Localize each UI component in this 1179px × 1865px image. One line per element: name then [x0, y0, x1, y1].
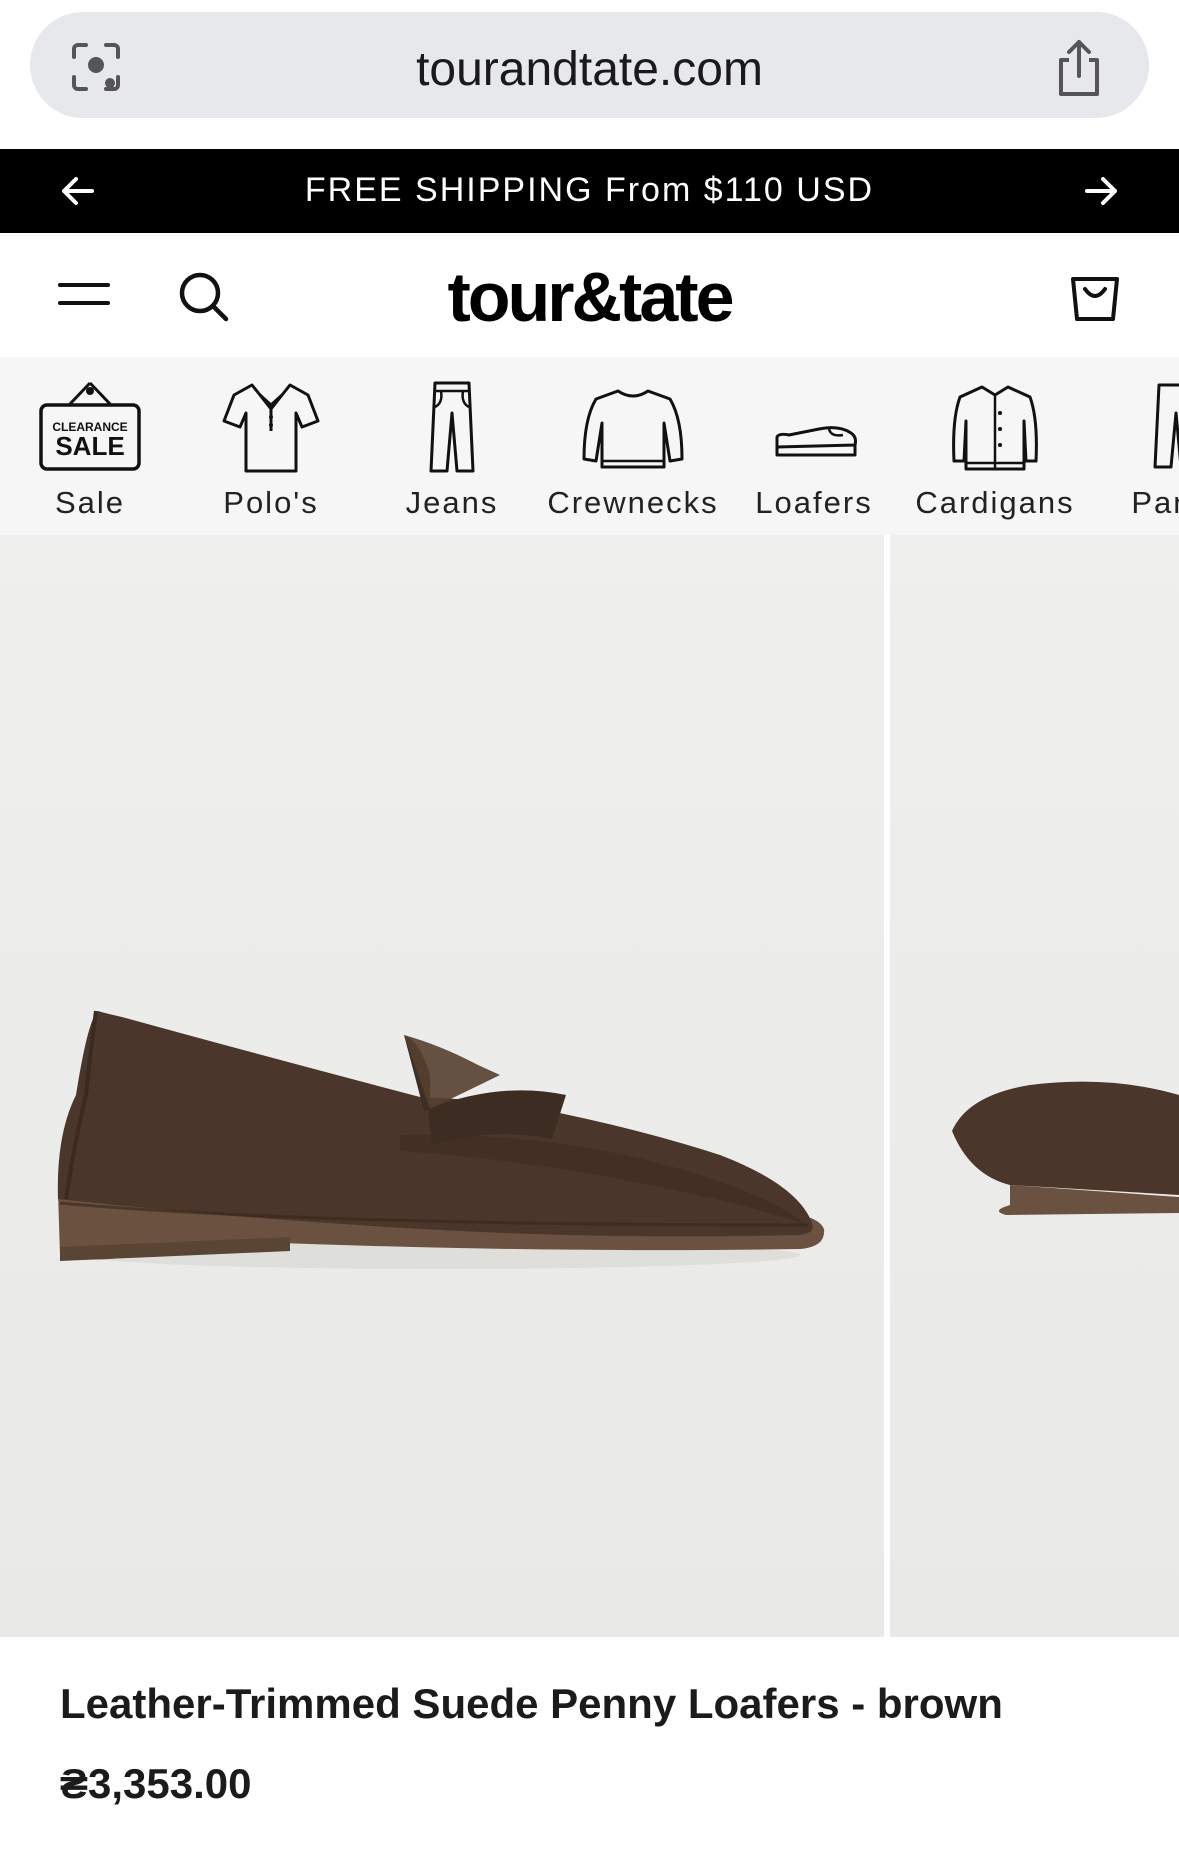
product-price: ₴3,353.00 [60, 1760, 252, 1807]
category-cardigans[interactable]: Cardigans [905, 357, 1085, 535]
product-gallery[interactable] [0, 535, 1179, 1637]
product-image-main[interactable] [0, 535, 884, 1637]
loafer-photo-partial [952, 1081, 1179, 1215]
product-image-secondary[interactable] [890, 535, 1179, 1637]
arrow-right-icon[interactable] [1079, 169, 1123, 213]
polo-shirt-icon [222, 383, 320, 473]
share-icon[interactable] [1051, 36, 1107, 100]
product-name[interactable]: Leather-Trimmed Suede Penny Loafers - br… [60, 1680, 1003, 1728]
sale-badge-main: SALE [55, 431, 124, 461]
category-pants[interactable]: Pants [1086, 357, 1179, 535]
shopping-bag-icon[interactable] [1069, 273, 1121, 323]
pants-icon [1153, 383, 1179, 469]
browser-chrome: tourandtate.com [0, 0, 1179, 149]
announcement-text: FREE SHIPPING From $110 USD [304, 171, 875, 209]
site-logo[interactable]: tour&tate [0, 257, 1179, 337]
address-bar[interactable]: tourandtate.com [30, 12, 1149, 118]
loafer-shoe-icon [775, 426, 857, 457]
category-sale[interactable]: CLEARANCE SALE Sale [0, 357, 180, 535]
announcement-bar: FREE SHIPPING From $110 USD [0, 149, 1179, 233]
loafer-photo [57, 1010, 825, 1269]
category-crewnecks[interactable]: Crewnecks [543, 357, 723, 535]
url-text[interactable]: tourandtate.com [30, 42, 1149, 97]
sweater-icon [582, 389, 684, 469]
category-jeans[interactable]: Jeans [362, 357, 542, 535]
category-strip: CLEARANCE SALE Sale Polo's Jeans Crewnec… [0, 357, 1179, 535]
category-loafers[interactable]: Loafers [724, 357, 904, 535]
cardigan-icon [952, 385, 1038, 471]
clearance-sale-sign-icon: CLEARANCE SALE [39, 381, 141, 471]
site-header: tour&tate [0, 233, 1179, 357]
category-label: Pants [1131, 485, 1179, 520]
category-polos[interactable]: Polo's [181, 357, 361, 535]
jeans-icon [429, 381, 475, 473]
